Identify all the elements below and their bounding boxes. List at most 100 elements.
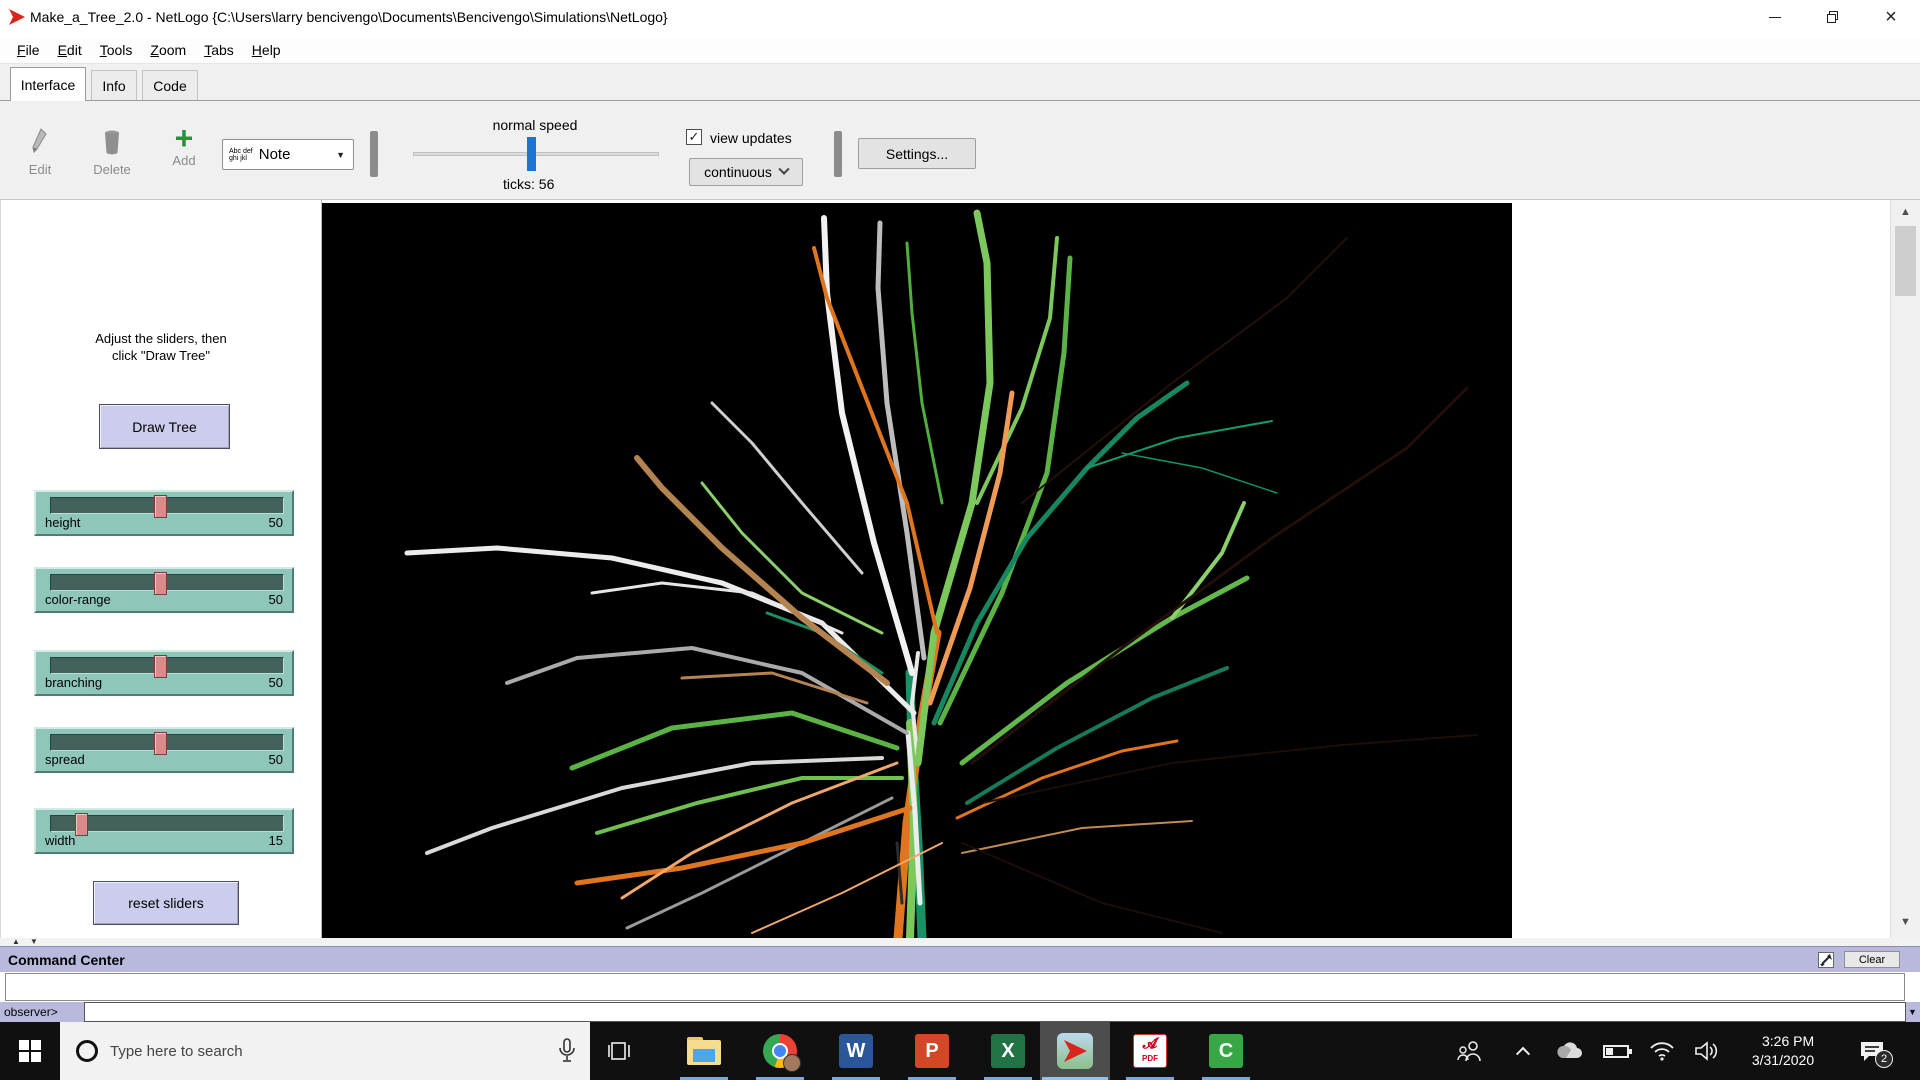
toolbar-separator (834, 131, 842, 177)
slider-width[interactable]: width 15 (34, 808, 294, 854)
slider-handle[interactable] (154, 732, 167, 755)
menu-help[interactable]: Help (243, 39, 290, 61)
close-button[interactable]: × (1862, 0, 1920, 34)
people-icon (1457, 1039, 1483, 1063)
interface-side-panel: Adjust the sliders, then click "Draw Tre… (0, 200, 322, 938)
battery-button[interactable] (1595, 1022, 1637, 1080)
slider-color-range[interactable]: color-range 50 (34, 567, 294, 613)
camtasia-icon: C (1209, 1034, 1243, 1068)
chrome-profile-avatar (783, 1054, 801, 1072)
settings-button[interactable]: Settings... (858, 138, 976, 169)
menu-zoom[interactable]: Zoom (141, 39, 195, 61)
command-center-splitter[interactable]: ▲ ▼ (0, 938, 1920, 946)
command-center-title: Command Center (8, 952, 125, 968)
chrome-button[interactable] (748, 1022, 812, 1080)
taskbar: Type here to search W (0, 1022, 1920, 1080)
tray-expand-button[interactable] (1505, 1022, 1541, 1080)
expand-command-center-icon[interactable] (1818, 952, 1834, 968)
minimize-button[interactable] (1746, 0, 1804, 34)
slider-handle[interactable] (154, 572, 167, 595)
slider-track[interactable] (50, 657, 284, 674)
onedrive-button[interactable] (1550, 1022, 1590, 1080)
start-button[interactable] (0, 1022, 60, 1080)
menu-bar: File Edit Tools Zoom Tabs Help (0, 37, 1920, 64)
excel-icon: X (991, 1034, 1025, 1068)
reset-sliders-button[interactable]: reset sliders (93, 881, 239, 925)
vertical-scrollbar[interactable]: ▲ ▼ (1890, 200, 1920, 938)
task-view-button[interactable] (596, 1022, 644, 1080)
add-widget-button[interactable]: + Add (162, 123, 206, 168)
draw-tree-button[interactable]: Draw Tree (99, 404, 230, 449)
command-center-header: Command Center Clear (0, 946, 1920, 972)
restore-button[interactable] (1804, 0, 1862, 34)
slider-handle[interactable] (75, 813, 88, 836)
acrobat-pdf-icon: 𝓐PDF (1133, 1034, 1167, 1068)
acrobat-button[interactable]: 𝓐PDF (1118, 1022, 1182, 1080)
checkmark-icon: ✓ (689, 129, 700, 145)
tab-interface[interactable]: Interface (10, 67, 86, 101)
notification-badge: 2 (1875, 1050, 1893, 1068)
slider-height[interactable]: height 50 (34, 490, 294, 536)
excel-button[interactable]: X (976, 1022, 1040, 1080)
tray-date: 3/31/2020 (1752, 1051, 1814, 1070)
netlogo-button[interactable] (1040, 1022, 1110, 1080)
tab-info[interactable]: Info (91, 70, 137, 101)
slider-track[interactable] (50, 734, 284, 751)
tab-code[interactable]: Code (142, 70, 198, 101)
speed-slider-handle[interactable] (527, 137, 536, 171)
delete-widget-button[interactable]: Delete (86, 127, 138, 177)
edit-widget-button[interactable]: Edit (18, 127, 62, 177)
search-placeholder: Type here to search (110, 1043, 558, 1060)
menu-tools[interactable]: Tools (91, 39, 142, 61)
wifi-button[interactable] (1642, 1022, 1682, 1080)
menu-edit[interactable]: Edit (49, 39, 91, 61)
slider-branching[interactable]: branching 50 (34, 650, 294, 696)
menu-tabs[interactable]: Tabs (195, 39, 243, 61)
title-bar: Make_a_Tree_2.0 - NetLogo {C:\Users\larr… (0, 0, 1920, 37)
menu-file[interactable]: File (8, 39, 49, 61)
word-button[interactable]: W (824, 1022, 888, 1080)
slider-track[interactable] (50, 574, 284, 591)
speed-slider-track[interactable] (413, 152, 659, 156)
speaker-icon (1694, 1040, 1720, 1062)
view-updates-label: view updates (710, 130, 792, 146)
clock[interactable]: 3:26 PM 3/31/2020 (1728, 1022, 1838, 1080)
plus-icon: + (162, 123, 206, 153)
scroll-up-icon[interactable]: ▲ (1891, 206, 1920, 218)
widget-type-dropdown[interactable]: Abc def ghi jkl Note ▼ (222, 139, 354, 170)
scroll-down-icon[interactable]: ▼ (1891, 916, 1920, 928)
splitter-up-icon[interactable]: ▲ (12, 937, 20, 946)
clear-button[interactable]: Clear (1844, 951, 1900, 968)
history-dropdown-icon[interactable]: ▼ (1908, 1007, 1917, 1017)
people-button[interactable] (1448, 1022, 1492, 1080)
widget-type-value: Note (259, 146, 336, 163)
speed-label: normal speed (475, 117, 595, 133)
microphone-icon[interactable] (558, 1038, 576, 1064)
interface-empty-area (1512, 200, 1890, 938)
world-view-canvas[interactable] (322, 203, 1512, 938)
camtasia-button[interactable]: C (1194, 1022, 1258, 1080)
view-updates-checkbox[interactable]: ✓ (686, 129, 702, 145)
taskbar-search[interactable]: Type here to search (60, 1022, 590, 1080)
file-explorer-button[interactable] (672, 1022, 736, 1080)
netlogo-icon (1057, 1033, 1093, 1069)
file-explorer-icon (687, 1037, 721, 1065)
scroll-thumb[interactable] (1895, 226, 1916, 296)
powerpoint-icon: P (915, 1034, 949, 1068)
command-line-row: observer> ▼ (0, 1002, 1920, 1022)
slider-spread[interactable]: spread 50 (34, 727, 294, 773)
splitter-down-icon[interactable]: ▼ (30, 937, 38, 946)
slider-track[interactable] (50, 815, 284, 832)
volume-button[interactable] (1686, 1022, 1728, 1080)
slider-handle[interactable] (154, 495, 167, 518)
powerpoint-button[interactable]: P (900, 1022, 964, 1080)
wifi-icon (1649, 1041, 1675, 1061)
update-mode-dropdown[interactable]: continuous (689, 158, 803, 186)
action-center-button[interactable]: 2 (1842, 1022, 1902, 1080)
interface-toolbar: Edit Delete + Add Abc def ghi jkl Note ▼… (0, 100, 1920, 200)
slider-track[interactable] (50, 497, 284, 514)
command-input[interactable] (84, 1002, 1906, 1022)
slider-handle[interactable] (154, 655, 167, 678)
ticks-counter: ticks: 56 (503, 176, 554, 192)
command-center-output[interactable] (5, 973, 1905, 1001)
